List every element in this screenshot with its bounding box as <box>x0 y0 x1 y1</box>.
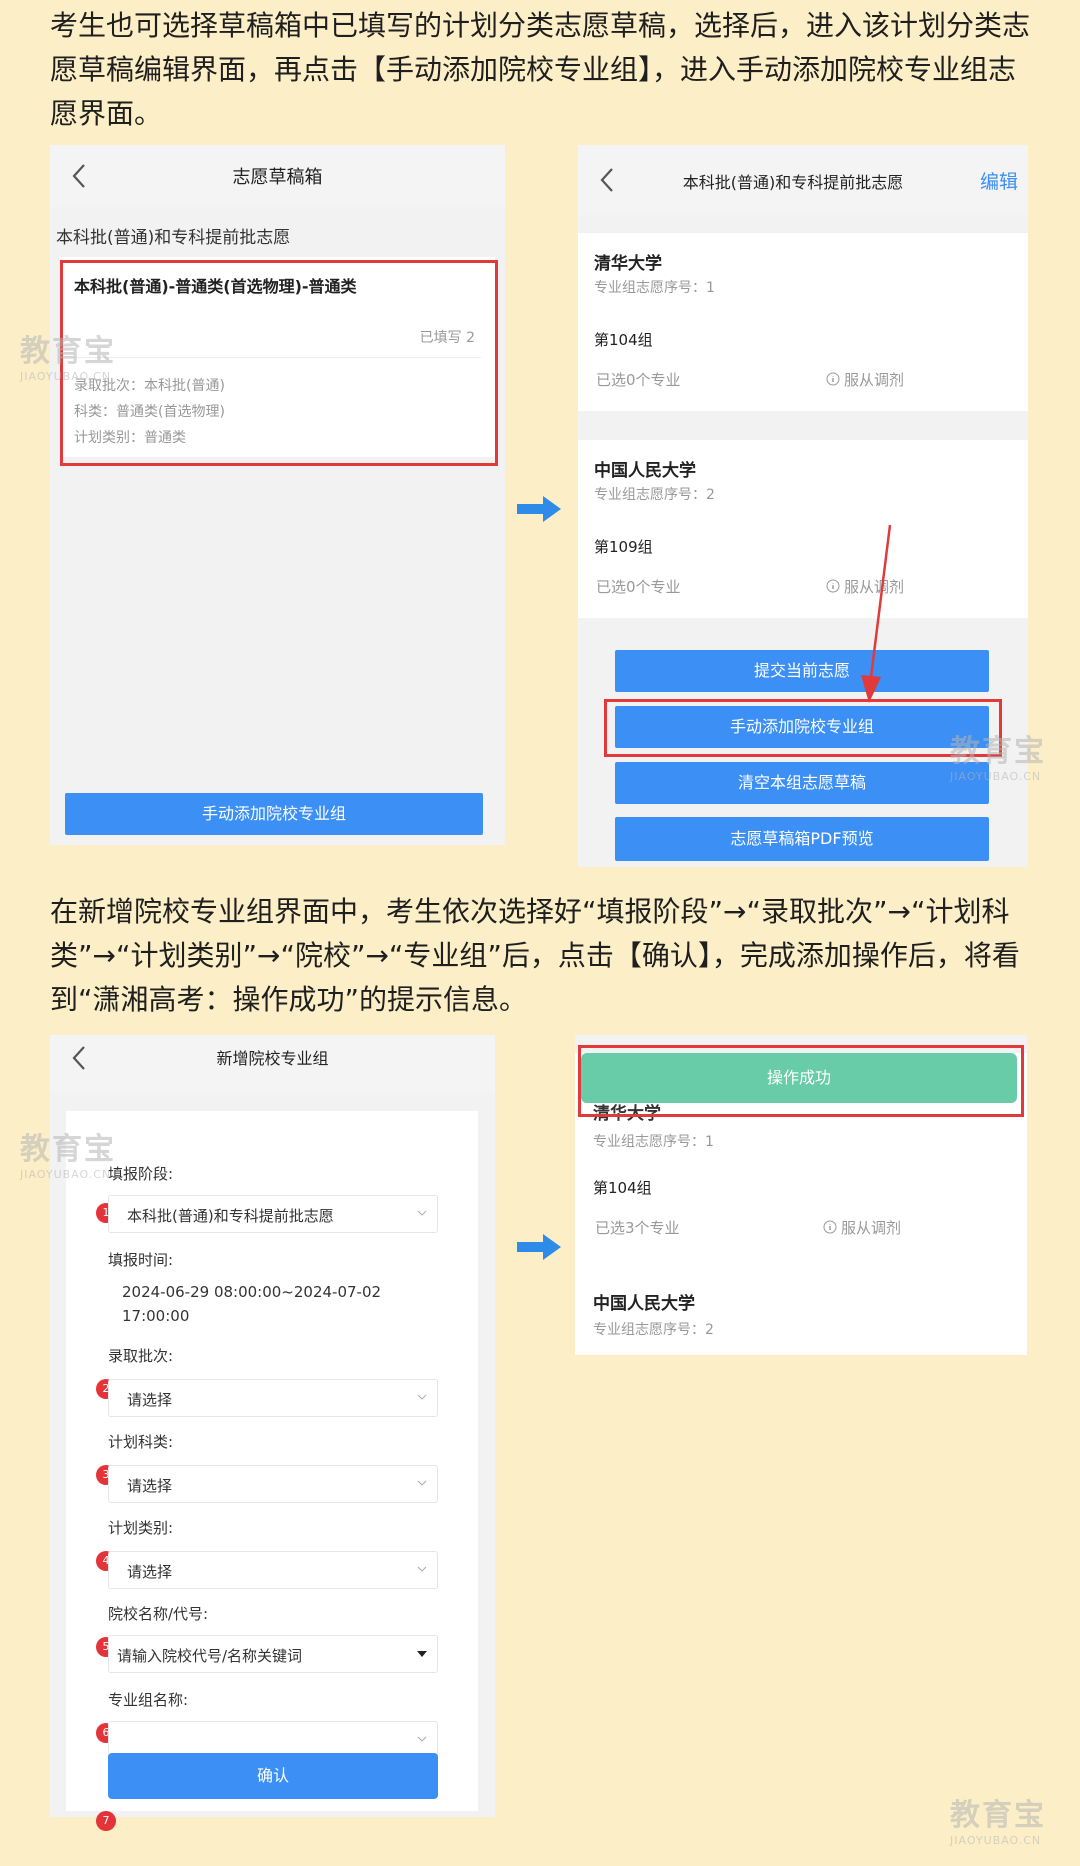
form-panel: 填报阶段: 1 本科批(普通)和专科提前批志愿 填报时间: 2024-06-29… <box>66 1111 478 1831</box>
info-icon <box>826 579 840 593</box>
draft-box-screen: 志愿草稿箱 本科批(普通)和专科提前批志愿 本科批(普通)-普通类(首选物理)-… <box>50 145 505 845</box>
type-select[interactable]: 请选择 <box>108 1551 438 1589</box>
subject-label: 计划科类: <box>108 1433 174 1451</box>
watermark-logo: 教育宝 JIAOYUBAO.CN <box>950 726 1046 783</box>
manual-add-group-button[interactable]: 手动添加院校专业组 <box>65 793 483 835</box>
chevron-down-icon <box>417 1210 427 1216</box>
new-group-form-screen: 新增院校专业组 填报阶段: 1 本科批(普通)和专科提前批志愿 填报时间: 20… <box>50 1035 495 1831</box>
form-header: 新增院校专业组 <box>50 1035 495 1093</box>
school-name: 中国人民大学 <box>594 461 696 481</box>
step-badge: 7 <box>96 1811 116 1831</box>
middle-paragraph: 在新增院校专业组界面中，考生依次选择好“填报阶段”→“录取批次”→“计划科类”→… <box>50 895 1020 1016</box>
group-order: 专业组志愿序号：1 <box>594 280 715 296</box>
pdf-preview-button[interactable]: 志愿草稿箱PDF预览 <box>615 817 989 861</box>
watermark-text: 教育宝 <box>20 1132 116 1167</box>
subject-placeholder: 请选择 <box>127 1477 173 1495</box>
group-number: 第109组 <box>594 538 653 556</box>
caret-down-icon <box>417 1651 427 1657</box>
group-label: 专业组名称: <box>108 1691 189 1709</box>
right-arrow-icon <box>517 1234 561 1260</box>
time-value-end: 17:00:00 <box>122 1307 190 1325</box>
chevron-down-icon <box>417 1480 427 1486</box>
type-placeholder: 请选择 <box>127 1563 173 1581</box>
edit-header: 本科批(普通)和专科提前批志愿 编辑 <box>578 145 1028 215</box>
selected-count: 已选0个专业 <box>596 578 681 596</box>
section-title: 本科批(普通)和专科提前批志愿 <box>56 228 291 248</box>
stage-value: 本科批(普通)和专科提前批志愿 <box>127 1207 334 1225</box>
chevron-down-icon <box>417 1394 427 1400</box>
time-label: 填报时间: <box>108 1251 174 1269</box>
school-search-input[interactable]: 请输入院校代号/名称关键词 <box>108 1635 438 1673</box>
batch-label: 录取批次: <box>108 1347 174 1365</box>
batch-placeholder: 请选择 <box>127 1391 173 1409</box>
adjust-label[interactable]: 服从调剂 <box>844 369 904 390</box>
chevron-down-icon <box>417 1566 427 1572</box>
confirm-button[interactable]: 确认 <box>108 1753 438 1799</box>
watermark-text: 教育宝 <box>20 334 116 369</box>
edit-link[interactable]: 编辑 <box>980 167 1018 194</box>
watermark-url: JIAOYUBAO.CN <box>20 1168 112 1181</box>
school-card[interactable]: 中国人民大学 专业组志愿序号：2 <box>575 1277 1027 1355</box>
page-title: 本科批(普通)和专科提前批志愿 <box>682 173 904 192</box>
school-placeholder: 请输入院校代号/名称关键词 <box>117 1647 303 1665</box>
stage-label: 填报阶段: <box>108 1165 174 1183</box>
group-number: 第104组 <box>593 1179 652 1197</box>
type-label: 计划类别: <box>108 1519 174 1537</box>
pointer-arrow-icon <box>861 525 892 703</box>
page-title: 志愿草稿箱 <box>232 167 323 188</box>
watermark-text: 教育宝 <box>950 734 1046 769</box>
highlight-box <box>604 699 1002 757</box>
info-icon <box>823 1220 837 1234</box>
success-screen: 清华大学 专业组志愿序号：1 第104组 已选3个专业 服从调剂 中国人民大学 … <box>575 1035 1027 1355</box>
school-name: 清华大学 <box>594 254 662 274</box>
right-arrow-icon <box>517 496 561 522</box>
page-title: 新增院校专业组 <box>216 1049 329 1068</box>
school-card[interactable]: 清华大学 专业组志愿序号：1 第104组 已选0个专业 服从调剂 <box>578 233 1028 411</box>
school-card[interactable]: 中国人民大学 专业组志愿序号：2 第109组 已选0个专业 服从调剂 <box>578 440 1028 618</box>
group-number: 第104组 <box>594 331 653 349</box>
group-order: 专业组志愿序号：1 <box>593 1134 714 1150</box>
selected-count: 已选0个专业 <box>596 371 681 389</box>
highlight-box <box>60 260 498 466</box>
watermark-logo: 教育宝 JIAOYUBAO.CN <box>20 1124 116 1181</box>
draft-box-header: 志愿草稿箱 <box>50 145 505 207</box>
watermark-logo: 教育宝 JIAOYUBAO.CN <box>950 1790 1046 1847</box>
submit-volunteer-button[interactable]: 提交当前志愿 <box>615 650 989 692</box>
time-value: 2024-06-29 08:00:00~2024-07-02 <box>122 1283 382 1301</box>
group-order: 专业组志愿序号：2 <box>594 487 715 503</box>
adjust-label[interactable]: 服从调剂 <box>841 1217 901 1238</box>
watermark-logo: 教育宝 JIAOYUBAO.CN <box>20 326 116 383</box>
intro-paragraph: 考生也可选择草稿箱中已填写的计划分类志愿草稿，选择后，进入该计划分类志愿草稿编辑… <box>50 9 1031 130</box>
watermark-url: JIAOYUBAO.CN <box>20 370 112 383</box>
highlight-box <box>578 1045 1024 1117</box>
info-icon <box>826 372 840 386</box>
stage-select[interactable]: 本科批(普通)和专科提前批志愿 <box>108 1195 438 1233</box>
school-label: 院校名称/代号: <box>108 1605 209 1623</box>
watermark-url: JIAOYUBAO.CN <box>950 1834 1042 1847</box>
chevron-down-icon <box>417 1736 427 1742</box>
subject-select[interactable]: 请选择 <box>108 1465 438 1503</box>
selected-count: 已选3个专业 <box>595 1219 680 1237</box>
watermark-text: 教育宝 <box>950 1798 1046 1833</box>
group-order: 专业组志愿序号：2 <box>593 1322 714 1338</box>
batch-select[interactable]: 请选择 <box>108 1379 438 1417</box>
watermark-url: JIAOYUBAO.CN <box>950 770 1042 783</box>
school-name: 中国人民大学 <box>593 1294 695 1314</box>
clear-draft-button[interactable]: 清空本组志愿草稿 <box>615 762 989 804</box>
